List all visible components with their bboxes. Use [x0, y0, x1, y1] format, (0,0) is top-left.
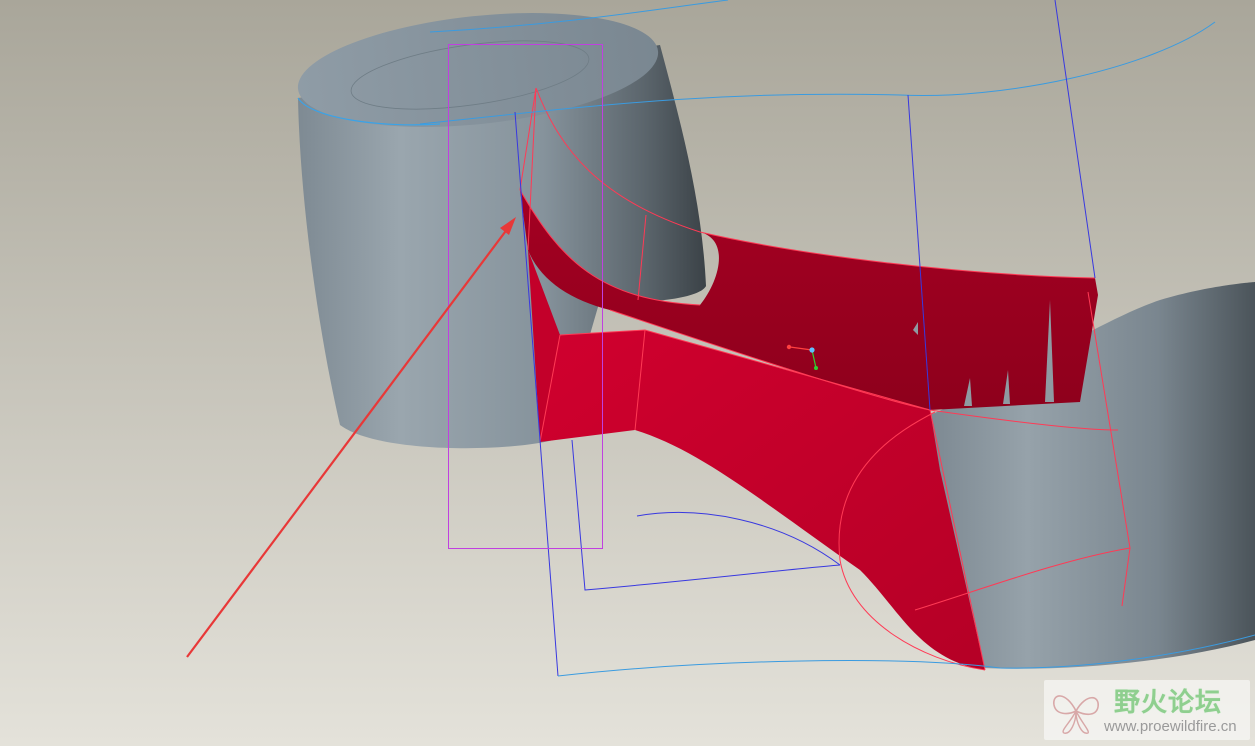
watermark: 野火论坛 www.proewildfire.cn	[1044, 680, 1250, 740]
model-viewport[interactable]	[0, 0, 1255, 746]
butterfly-logo-icon	[1053, 695, 1099, 734]
watermark-url: www.proewildfire.cn	[1104, 718, 1237, 735]
watermark-title: 野火论坛	[1114, 688, 1223, 718]
